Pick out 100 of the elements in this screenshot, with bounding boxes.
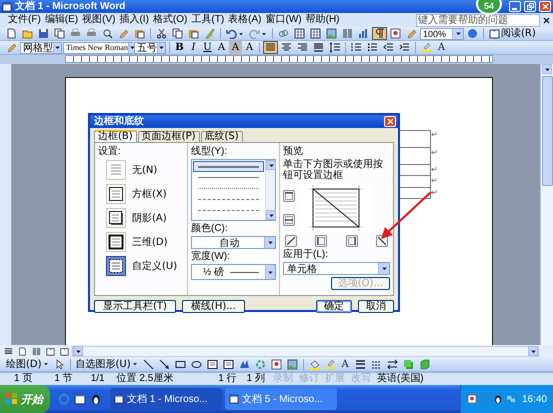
paragraph-mark: ↵ [431, 130, 439, 139]
align-button[interactable] [311, 41, 326, 54]
menu-item[interactable]: 帮助(H) [304, 13, 342, 27]
minimize-button[interactable] [509, 1, 521, 12]
line-style-list[interactable] [191, 159, 276, 221]
highlight-button[interactable] [419, 41, 434, 54]
character-shading-button[interactable]: A [229, 41, 242, 54]
dialog-button[interactable]: 取消 [358, 300, 394, 313]
chart-icon [358, 28, 369, 39]
menu-item[interactable]: 编辑(E) [42, 13, 80, 27]
font-size-dropdown[interactable]: 五号 [134, 42, 166, 54]
diagonal-up-button[interactable] [285, 235, 297, 247]
toolbar-button[interactable] [220, 358, 236, 370]
menu-item[interactable]: 格式(O) [150, 13, 190, 27]
font-dropdown[interactable]: Times New Roman [63, 42, 133, 54]
character-border-button[interactable]: A [215, 41, 228, 54]
field-label: 应用于(L): [283, 249, 329, 260]
tab[interactable]: 边框(B) [94, 130, 137, 142]
toolbar-button[interactable] [349, 41, 364, 54]
read-button[interactable]: 阅读(R) [487, 27, 538, 40]
style-dropdown[interactable]: 网格型 [20, 42, 62, 54]
tab[interactable]: 底纹(S) [200, 131, 243, 142]
toolbar-button[interactable] [384, 358, 400, 370]
dialog-button[interactable]: 确定 [316, 300, 352, 313]
paste-icon [134, 28, 145, 39]
menu-item[interactable]: 文件(F) [6, 13, 43, 27]
bullets-icon [367, 42, 378, 53]
bold-button[interactable]: B [173, 41, 186, 54]
font-color-button[interactable]: A [338, 358, 352, 370]
toolbar-button[interactable] [52, 27, 67, 40]
diagonal-up-icon [287, 237, 295, 245]
close-button[interactable] [539, 1, 551, 12]
help-button[interactable] [465, 27, 480, 40]
help-search-field[interactable]: 键入需要帮助的问题 [416, 14, 540, 26]
toolbar-button[interactable] [324, 27, 339, 40]
menu-item[interactable]: 工具(T) [189, 13, 226, 27]
scrollbar[interactable] [540, 64, 553, 345]
zoom-dropdown[interactable]: 100% [420, 28, 464, 40]
apply-to-dropdown[interactable]: 单元格 [283, 262, 390, 275]
status-text: 1/1 [90, 373, 106, 385]
italic-button[interactable]: I [187, 41, 200, 54]
menu-item[interactable]: 窗口(W) [264, 13, 304, 27]
font-color-button[interactable]: A [435, 41, 448, 54]
scissors-icon [156, 28, 167, 39]
left-border-button[interactable] [315, 235, 328, 247]
setting-option[interactable]: 阴影(A) [98, 207, 184, 229]
toolbar-button[interactable] [140, 358, 156, 370]
setting-option[interactable]: 自定义(U) [98, 255, 184, 277]
toolbar-button[interactable] [365, 41, 380, 54]
autoshapes-button[interactable]: 自选图形(U) [74, 358, 140, 370]
caret-icon [132, 361, 138, 367]
caret-icon [454, 30, 462, 37]
toolbar-button[interactable] [204, 358, 220, 370]
toolbar-button[interactable] [36, 27, 51, 40]
character-scale-button[interactable]: A [243, 41, 256, 54]
align-button[interactable] [263, 41, 278, 54]
dialog-button[interactable]: 横线(H)... [182, 300, 245, 313]
draw-menu-button[interactable]: 绘图(D) [4, 358, 51, 370]
menu-item[interactable]: 插入(I) [117, 13, 151, 27]
setting-option[interactable]: 方框(X) [98, 183, 184, 205]
status-text: 1 节 [54, 373, 74, 385]
flag-icon [6, 393, 18, 405]
toolbar-button[interactable] [308, 27, 323, 40]
setting-option[interactable]: 无(N) [98, 159, 184, 181]
taskbar-button[interactable]: 文档 5 - Microso... [225, 388, 337, 410]
toolbar-button[interactable] [154, 27, 169, 40]
toolbar-button[interactable] [170, 27, 185, 40]
width-dropdown[interactable]: ½ 磅 [191, 264, 276, 280]
line-style-option[interactable] [193, 161, 264, 172]
taskbar-button[interactable]: 文档 1 - Microso... [110, 388, 222, 410]
underline-button[interactable]: U [201, 41, 214, 54]
setting-option[interactable]: 三维(D) [98, 231, 184, 253]
menu-item[interactable]: 表格(A) [226, 13, 264, 27]
toolbar-button[interactable] [132, 27, 147, 40]
dialog-button[interactable]: 显示工具栏(T) [94, 300, 176, 313]
close-icon [543, 16, 550, 24]
columns-icon [32, 346, 41, 356]
table-icon [310, 28, 321, 39]
top-border-button[interactable] [283, 190, 295, 202]
restore-button[interactable] [524, 1, 536, 12]
middle-border-button[interactable] [283, 214, 295, 226]
line-spacing-button[interactable] [327, 41, 342, 54]
formatting-marks-button[interactable] [372, 27, 387, 40]
scrollbar[interactable] [265, 160, 275, 220]
network-icon [506, 394, 516, 404]
tab[interactable]: 页面边框(P) [138, 131, 200, 142]
menu-item[interactable]: 视图(V) [80, 13, 118, 27]
image-icon [326, 28, 337, 39]
toolbar-button[interactable] [156, 358, 172, 370]
toolbar-button[interactable] [292, 27, 307, 40]
close-button[interactable] [384, 116, 396, 127]
undo-button[interactable] [224, 27, 246, 40]
caret-icon [380, 265, 388, 272]
view-button[interactable] [16, 344, 29, 358]
distributed-icon [313, 42, 324, 53]
right-border-button[interactable] [346, 235, 358, 247]
toolbar-button[interactable] [284, 358, 300, 370]
toolbar-button[interactable] [186, 27, 201, 40]
horizontal-scrollbar[interactable] [72, 346, 539, 356]
color-dropdown[interactable]: 自动 [191, 236, 276, 249]
